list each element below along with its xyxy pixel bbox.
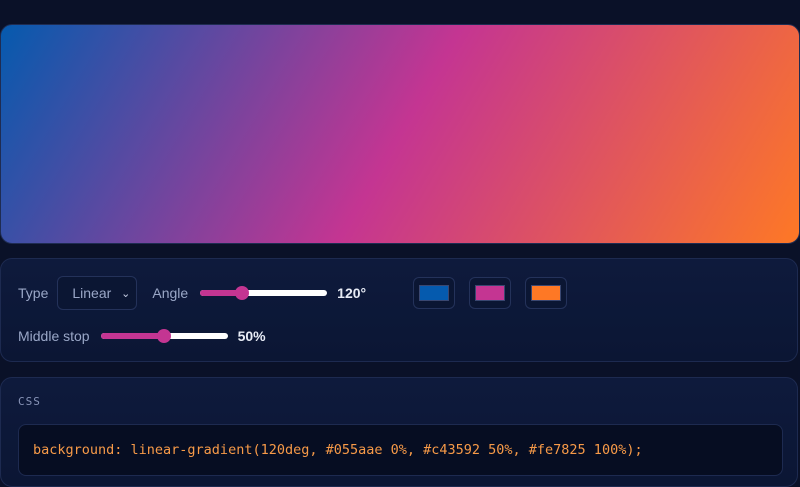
middle-stop-value: 50%	[237, 328, 266, 344]
controls-row-primary: Type Linear ⌄ Angle 120°	[18, 276, 568, 310]
color-stop-1-picker[interactable]	[413, 277, 456, 309]
angle-slider-thumb[interactable]	[235, 286, 250, 300]
css-output-panel: CSS background: linear-gradient(120deg, …	[0, 377, 798, 487]
css-code-text: background: linear-gradient(120deg, #055…	[33, 442, 643, 458]
css-section-label: CSS	[18, 395, 41, 408]
color-stop-1-chip	[419, 285, 450, 301]
type-select[interactable]: Linear ⌄	[57, 276, 138, 310]
angle-slider[interactable]	[200, 283, 328, 303]
angle-label: Angle	[152, 285, 189, 301]
css-code-output[interactable]: background: linear-gradient(120deg, #055…	[18, 424, 783, 476]
color-stop-2-chip	[475, 285, 506, 301]
color-stop-2-picker[interactable]	[469, 277, 512, 309]
middle-stop-label: Middle stop	[18, 328, 90, 344]
middle-stop-slider[interactable]	[100, 326, 228, 346]
type-label: Type	[18, 285, 49, 301]
controls-panel: Type Linear ⌄ Angle 120° Middle stop 50%	[0, 258, 798, 362]
chevron-down-icon: ⌄	[121, 287, 131, 300]
type-select-value: Linear	[72, 285, 112, 301]
color-stop-3-picker[interactable]	[525, 277, 568, 309]
angle-value: 120°	[337, 285, 367, 301]
color-stop-3-chip	[531, 285, 562, 301]
controls-row-secondary: Middle stop 50%	[18, 325, 266, 347]
gradient-preview	[0, 24, 800, 244]
middle-stop-slider-thumb[interactable]	[157, 329, 172, 343]
middle-stop-slider-fill	[100, 333, 165, 339]
